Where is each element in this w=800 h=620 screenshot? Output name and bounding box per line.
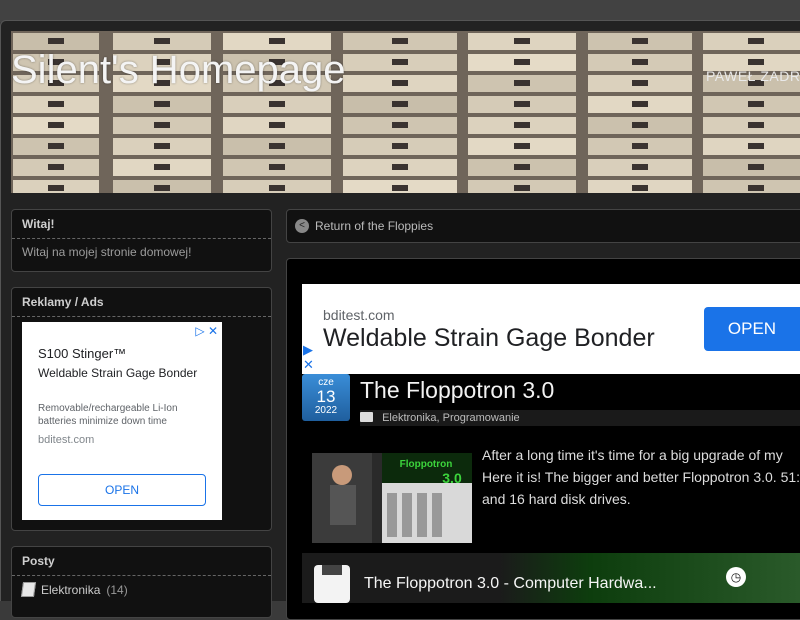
category-item-elektronika[interactable]: Elektronika (14) [20,582,261,597]
adchoices-icon[interactable]: ▶ ✕ [303,342,314,372]
back-arrow-icon[interactable]: < [295,219,309,233]
ad-open-button[interactable]: OPEN [38,474,206,506]
post-meta: Elektronika, Programowanie [360,410,800,426]
ad-body: Removable/rechargeable Li-Ion batteries … [38,403,178,427]
post-thumbnail[interactable]: Floppotron 3.0 [312,453,472,543]
svg-text:Floppotron: Floppotron [400,459,453,470]
top-ad-headline[interactable]: Weldable Strain Gage Bonder [323,324,655,353]
folder-icon [360,412,373,422]
category-label[interactable]: Elektronika [41,583,100,597]
welcome-widget: Witaj! Witaj na mojej stronie domowej! [11,209,272,272]
post-excerpt: After a long time it's time for a big up… [482,447,800,507]
sidebar-ad[interactable]: ▷ ✕ S100 Stinger™ Weldable Strain Gage B… [22,322,222,520]
posts-title: Posty [12,547,271,576]
category-list: Elektronika (14) [12,576,271,603]
thumbnail-image: Floppotron 3.0 [312,453,472,543]
welcome-title: Witaj! [12,210,271,239]
post-date-year: 2022 [314,405,338,416]
top-ad-domain: bditest.com [323,307,395,323]
breadcrumb: < Return of the Floppies [286,209,800,243]
ads-widget: Reklamy / Ads ▷ ✕ S100 Stinger™ Weldable… [11,287,272,531]
post-title[interactable]: The Floppotron 3.0 [360,377,554,404]
ad-headline[interactable]: Weldable Strain Gage Bonder [38,366,213,381]
adchoices-icon[interactable]: ▷ ✕ [195,324,218,338]
svg-text:3.0: 3.0 [442,470,462,486]
posts-widget: Posty Elektronika (14) [11,546,272,618]
category-link-elektronika[interactable]: Elektronika [382,412,436,424]
welcome-text: Witaj na mojej stronie domowej! [22,245,192,259]
breadcrumb-link[interactable]: Return of the Floppies [315,219,433,233]
ad-brand: S100 Stinger™ [38,346,127,361]
site-description: PAWEŁ ZADRO [706,68,800,84]
site-title[interactable]: Silent's Homepage [11,48,346,93]
category-link-programowanie[interactable]: Programowanie [443,412,520,424]
ads-title: Reklamy / Ads [12,288,271,317]
top-ad-open-button[interactable]: OPEN [704,307,800,351]
post-date-day: 13 [316,387,336,406]
video-title[interactable]: The Floppotron 3.0 - Computer Hardwa... [364,575,657,593]
video-embed[interactable]: The Floppotron 3.0 - Computer Hardwa... … [302,553,800,603]
post-date: cze 13 2022 [302,374,350,421]
ad-domain: bditest.com [38,434,95,446]
browser-top-bar [0,0,800,22]
top-ad[interactable]: bditest.com Weldable Strain Gage Bonder … [302,284,800,374]
category-count: (14) [106,582,128,597]
document-icon [20,582,37,597]
clock-icon[interactable]: ◷ [726,567,746,587]
floppy-icon [314,565,350,603]
